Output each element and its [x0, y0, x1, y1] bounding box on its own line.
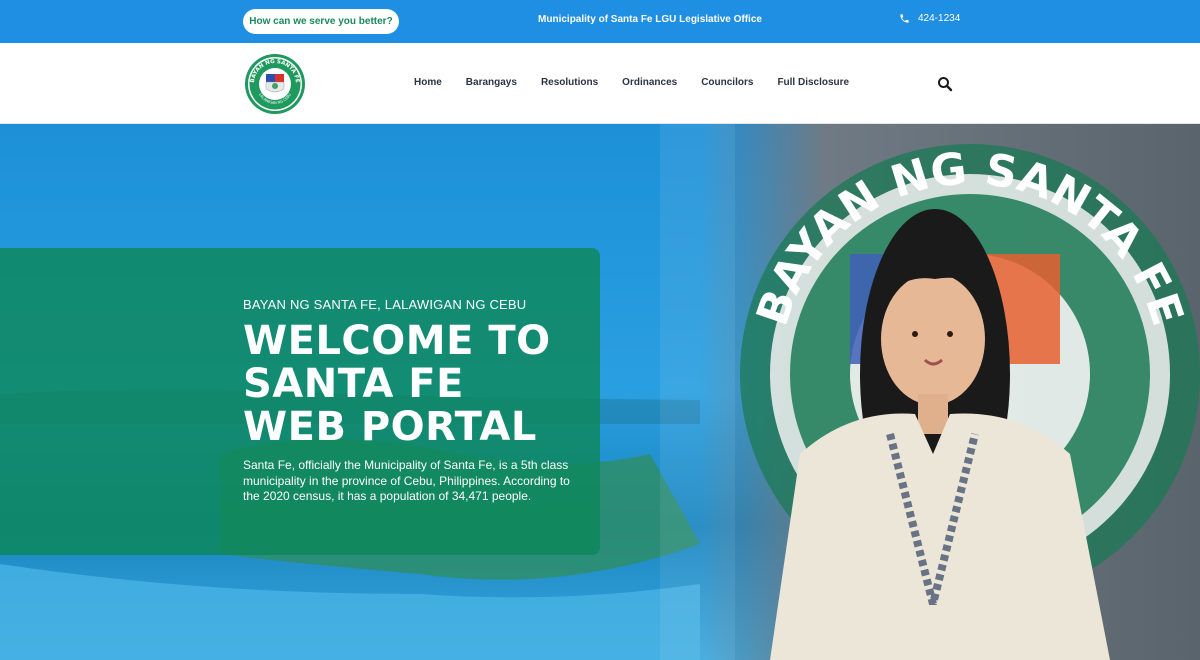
nav-item-barangays[interactable]: Barangays [454, 77, 529, 88]
hero-kicker: BAYAN NG SANTA FE, LALAWIGAN NG CEBU [243, 297, 527, 312]
mayor-photo: BAYAN NG SANTA FE [660, 124, 1200, 660]
phone-contact[interactable]: 424-1234 [899, 13, 960, 24]
nav-item-home[interactable]: Home [402, 77, 454, 88]
phone-number: 424-1234 [918, 13, 961, 24]
hero-headline-line: WELCOME TO [243, 318, 551, 364]
municipal-seal-logo[interactable]: BAYAN NG SANTA FE LALAWIGAN NG CEBU [244, 53, 306, 115]
nav-item-resolutions[interactable]: Resolutions [529, 77, 610, 88]
nav-item-councilors[interactable]: Councilors [689, 77, 765, 88]
serve-better-button[interactable]: How can we serve you better? [243, 9, 399, 34]
main-navbar: BAYAN NG SANTA FE LALAWIGAN NG CEBU Home… [0, 43, 1200, 124]
hero-headline-line: SANTA FE [243, 361, 464, 407]
hero-headline: WELCOME TO SANTA FE WEB PORTAL [243, 320, 583, 449]
office-title: Municipality of Santa Fe LGU Legislative… [538, 14, 762, 25]
phone-icon [900, 14, 909, 23]
nav-item-ordinances[interactable]: Ordinances [610, 77, 689, 88]
hero-description: Santa Fe, officially the Municipality of… [243, 458, 570, 503]
nav-menu: Home Barangays Resolutions Ordinances Counci… [402, 77, 861, 88]
top-bar: How can we serve you better? Municipalit… [0, 0, 1200, 43]
search-icon[interactable] [937, 76, 953, 92]
nav-item-full-disclosure[interactable]: Full Disclosure [765, 77, 861, 88]
hero-headline-line: WEB PORTAL [243, 404, 537, 450]
